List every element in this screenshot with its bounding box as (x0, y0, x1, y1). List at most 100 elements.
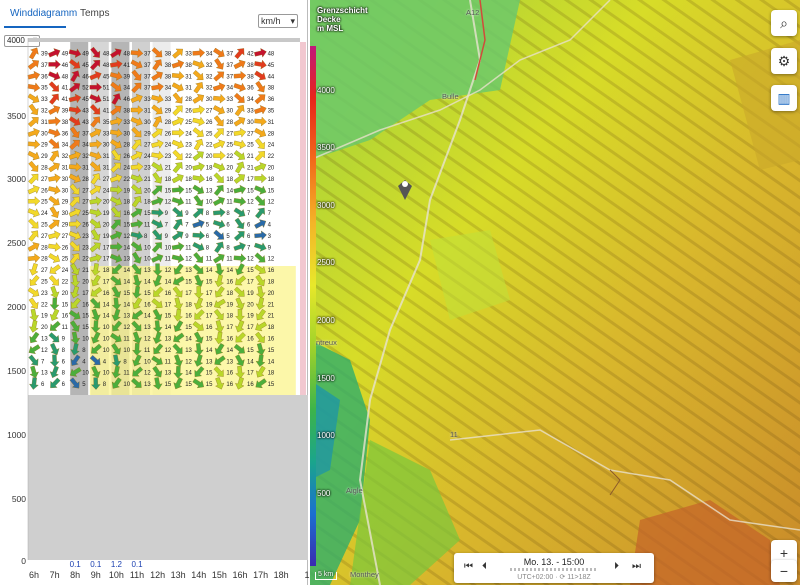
wind-arrow (48, 116, 61, 127)
unit-select[interactable]: km/h (258, 14, 298, 28)
settings-button[interactable]: ⚙ (771, 48, 797, 74)
wind-arrow (27, 117, 39, 128)
altitude-label: 1500 (7, 366, 26, 376)
wind-speed-label: 46 (62, 63, 69, 69)
wind-arrow (48, 332, 60, 343)
sliders-icon: ⚙ (777, 52, 791, 69)
precip-label: 0.1 (69, 560, 81, 569)
wind-speed-label: 27 (247, 131, 254, 137)
zoom-out-button[interactable]: − (771, 560, 797, 582)
wind-arrow (171, 59, 185, 69)
wind-speed-label: 12 (185, 359, 192, 365)
step-forward-button[interactable]: ⏵ (614, 561, 619, 572)
wind-speed-label: 19 (226, 302, 233, 308)
wind-arrow (214, 58, 224, 70)
wind-speed-label: 10 (82, 371, 89, 377)
wind-arrow (28, 344, 41, 354)
wind-speed-label: 14 (123, 280, 130, 286)
wind-speed-label: 33 (144, 97, 151, 103)
wind-speed-label: 14 (144, 314, 151, 320)
wind-speed-label: 6 (206, 234, 210, 240)
wind-speed-label: 26 (82, 223, 89, 229)
hour-label: 7h (49, 570, 60, 580)
wind-speed-label: 22 (62, 280, 69, 286)
wind-speed-label: 45 (82, 97, 89, 103)
wind-speed-label: 39 (123, 74, 130, 80)
wind-arrow (172, 48, 183, 59)
wind-speed-label: 5 (206, 223, 210, 229)
wind-arrow (233, 150, 245, 160)
wind-speed-label: 34 (206, 52, 213, 58)
wind-speed-label: 33 (123, 120, 130, 126)
wind-speed-label: 28 (41, 257, 48, 263)
wind-arrow (172, 162, 183, 174)
wind-arrow (254, 219, 267, 229)
time-display: Mo. 13. - 15:00 (523, 557, 585, 567)
wind-speed-label: 34 (62, 143, 69, 149)
wind-arrow (254, 185, 267, 195)
search-button[interactable]: ⌕ (771, 10, 797, 36)
scale-label: 2000 (317, 316, 335, 325)
wind-speed-label: 27 (41, 177, 48, 183)
wind-speed-label: 28 (185, 97, 192, 103)
wind-speed-label: 11 (226, 257, 233, 263)
wind-arrow (213, 229, 225, 240)
skip-back-button[interactable]: ⏮ (464, 561, 473, 572)
wind-speed-label: 22 (185, 154, 192, 160)
wind-speed-label: 38 (185, 63, 192, 69)
wind-speed-label: 18 (268, 371, 275, 377)
ground-area (28, 395, 308, 560)
wind-speed-label: 31 (62, 166, 69, 172)
map-view[interactable]: Grenzschicht Decke m MSL 4000 3500 3000 2500 2… (310, 0, 800, 585)
wind-speed-label: 30 (226, 109, 233, 115)
wind-speed-label: 31 (185, 86, 192, 92)
wind-speed-label: 24 (165, 143, 172, 149)
wind-speed-label: 13 (206, 188, 213, 194)
wind-arrow (48, 162, 60, 173)
wind-speed-label: 18 (165, 177, 172, 183)
wind-speed-label: 26 (206, 120, 213, 126)
wind-speed-label: 19 (206, 302, 213, 308)
wind-arrow (254, 230, 267, 241)
wind-speed-label: 27 (226, 131, 233, 137)
hour-label: 14h (191, 570, 207, 580)
wind-speed-label: 11 (226, 200, 233, 206)
step-back-button[interactable]: ⏴ (482, 561, 487, 572)
wind-arrow (29, 320, 39, 333)
wind-speed-label: 22 (226, 154, 233, 160)
tab-winddiagramm[interactable]: Winddiagramm (10, 8, 77, 19)
wind-arrow (233, 174, 245, 184)
wind-arrow (233, 92, 245, 103)
place-label-bulle: Bulle (442, 92, 459, 101)
wind-speed-label: 12 (123, 234, 130, 240)
wind-speed-label: 33 (165, 97, 172, 103)
wind-speed-label: 38 (165, 74, 172, 80)
wind-arrow (213, 172, 224, 183)
road-label-a12: A12 (466, 8, 480, 17)
tab-temps[interactable]: Temps (80, 8, 109, 19)
wind-speed-label: 49 (82, 52, 89, 58)
wind-speed-label: 14 (226, 188, 233, 194)
skip-forward-button[interactable]: ⏭ (632, 561, 641, 572)
wind-speed-label: 33 (247, 109, 254, 115)
wind-speed-label: 10 (123, 382, 130, 388)
wind-speed-label: 30 (123, 131, 130, 137)
wind-speed-label: 15 (206, 371, 213, 377)
wind-speed-label: 17 (206, 291, 213, 297)
wind-speed-label: 49 (62, 52, 69, 58)
wind-speed-label: 38 (247, 63, 254, 69)
wind-speed-label: 14 (123, 302, 130, 308)
wind-speed-label: 16 (268, 337, 275, 343)
wind-speed-label: 12 (123, 325, 130, 331)
wind-arrow (192, 151, 204, 162)
wind-arrow (234, 104, 245, 117)
chart-button[interactable]: ▥ (771, 85, 797, 111)
wind-arrow (48, 81, 59, 92)
wind-arrow (172, 92, 183, 104)
terrain-map[interactable] (310, 0, 800, 585)
wind-arrow (212, 105, 225, 115)
time-slider[interactable] (510, 568, 598, 571)
wind-arrow (213, 71, 225, 82)
wind-speed-label: 24 (62, 268, 69, 274)
wind-arrow (233, 82, 246, 93)
